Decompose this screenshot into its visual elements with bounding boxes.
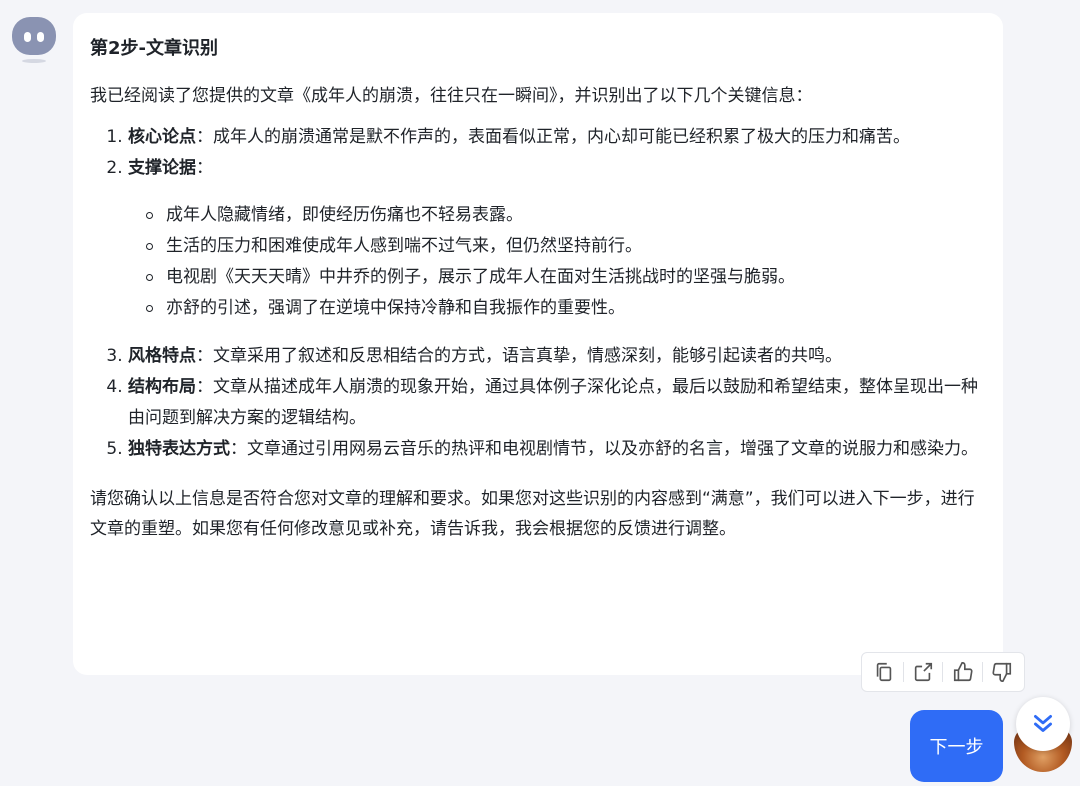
robot-right-eye bbox=[37, 32, 44, 42]
list-item: 独特表达方式：文章通过引用网易云音乐的热评和电视剧情节，以及亦舒的名言，增强了文… bbox=[128, 434, 985, 465]
point-text: ：成年人的崩溃通常是默不作声的，表面看似正常，内心却可能已经积累了极大的压力和痛… bbox=[196, 127, 910, 147]
point-text: ：文章采用了叙述和反思相结合的方式，语言真挚，情感深刻，能够引起读者的共鸣。 bbox=[196, 346, 842, 366]
bot-avatar bbox=[10, 15, 58, 63]
intro-text: 我已经阅读了您提供的文章《成年人的崩溃，往往只在一瞬间》，并识别出了以下几个关键… bbox=[90, 86, 813, 106]
evidence-sublist: 成年人隐藏情绪，即使经历伤痛也不轻易表露。 生活的压力和困难使成年人感到喘不过气… bbox=[128, 200, 985, 324]
point-label: 支撑论据 bbox=[128, 158, 196, 178]
point-label: 结构布局 bbox=[128, 377, 196, 397]
avatar-shadow bbox=[22, 59, 46, 63]
point-label: 独特表达方式 bbox=[128, 439, 230, 459]
message-card: 第2步-文章识别 我已经阅读了您提供的文章《成年人的崩溃，往往只在一瞬间》，并识… bbox=[73, 13, 1003, 675]
sub-list-item: 亦舒的引述，强调了在逆境中保持冷静和自我振作的重要性。 bbox=[146, 293, 985, 324]
toolbar-divider bbox=[942, 662, 944, 682]
list-item: 风格特点：文章采用了叙述和反思相结合的方式，语言真挚，情感深刻，能够引起读者的共… bbox=[128, 341, 985, 372]
message-action-toolbar bbox=[861, 652, 1025, 692]
scroll-to-bottom-button[interactable] bbox=[1016, 697, 1070, 751]
toolbar-divider bbox=[981, 662, 983, 682]
list-item: 核心论点：成年人的崩溃通常是默不作声的，表面看似正常，内心却可能已经积累了极大的… bbox=[128, 122, 985, 153]
point-label: 风格特点 bbox=[128, 346, 196, 366]
copy-icon[interactable] bbox=[871, 659, 897, 685]
toolbar-divider bbox=[903, 662, 905, 682]
list-item: 结构布局：文章从描述成年人崩溃的现象开始，通过具体例子深化论点，最后以鼓励和希望… bbox=[128, 372, 985, 434]
point-label: 核心论点 bbox=[128, 127, 196, 147]
share-icon[interactable] bbox=[910, 659, 936, 685]
closing-text: 请您确认以上信息是否符合您对文章的理解和要求。如果您对这些识别的内容感到“满意”… bbox=[90, 489, 975, 539]
key-points-list: 核心论点：成年人的崩溃通常是默不作声的，表面看似正常，内心却可能已经积累了极大的… bbox=[90, 122, 985, 465]
sub-list-item: 成年人隐藏情绪，即使经历伤痛也不轻易表露。 bbox=[146, 200, 985, 231]
point-text: ：文章通过引用网易云音乐的热评和电视剧情节，以及亦舒的名言，增强了文章的说服力和… bbox=[230, 439, 978, 459]
robot-avatar-icon bbox=[12, 17, 56, 55]
step-title: 第2步-文章识别 bbox=[90, 38, 218, 59]
thumbs-up-icon[interactable] bbox=[950, 659, 976, 685]
double-chevron-down-icon bbox=[1034, 715, 1052, 732]
next-step-button[interactable]: 下一步 bbox=[910, 710, 1003, 782]
point-text: ： bbox=[196, 158, 213, 178]
robot-left-eye bbox=[24, 32, 31, 42]
sub-list-item: 电视剧《天天天晴》中井乔的例子，展示了成年人在面对生活挑战时的坚强与脆弱。 bbox=[146, 262, 985, 293]
list-item: 支撑论据： 成年人隐藏情绪，即使经历伤痛也不轻易表露。 生活的压力和困难使成年人… bbox=[128, 153, 985, 324]
point-text: ：文章从描述成年人崩溃的现象开始，通过具体例子深化论点，最后以鼓励和希望结束，整… bbox=[128, 377, 978, 428]
sub-list-item: 生活的压力和困难使成年人感到喘不过气来，但仍然坚持前行。 bbox=[146, 231, 985, 262]
thumbs-down-icon[interactable] bbox=[989, 659, 1015, 685]
